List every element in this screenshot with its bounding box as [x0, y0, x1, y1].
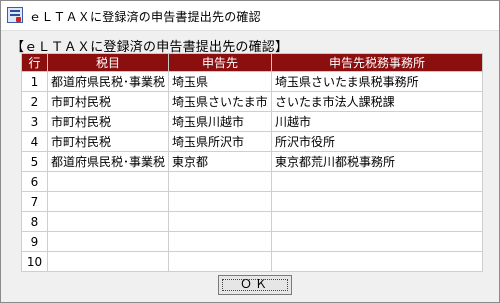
- destination-cell[interactable]: 東京都: [168, 151, 272, 172]
- column-header-destination: 申告先: [168, 53, 272, 72]
- row-number-cell: 2: [21, 91, 48, 112]
- table-row[interactable]: 6: [21, 171, 483, 192]
- column-header-tax-type: 税目: [47, 53, 169, 72]
- tax-office-cell[interactable]: 所沢市役所: [271, 131, 483, 152]
- ok-button[interactable]: ＯＫ: [218, 275, 292, 295]
- destination-cell[interactable]: [168, 191, 272, 212]
- destination-cell[interactable]: [168, 251, 272, 272]
- destination-cell[interactable]: 埼玉県所沢市: [168, 131, 272, 152]
- destination-cell[interactable]: 埼玉県さいたま市: [168, 91, 272, 112]
- tax-type-cell[interactable]: [47, 191, 169, 212]
- row-number-cell: 6: [21, 171, 48, 192]
- destination-cell[interactable]: [168, 171, 272, 192]
- row-number-cell: 4: [21, 131, 48, 152]
- column-header-tax-office: 申告先税務事務所: [271, 53, 483, 72]
- table-header-row: 行 税目 申告先 申告先税務事務所: [21, 53, 483, 72]
- eltax-app-icon: [7, 7, 23, 23]
- tax-type-cell[interactable]: [47, 211, 169, 232]
- row-number-cell: 10: [21, 251, 48, 272]
- row-number-cell: 5: [21, 151, 48, 172]
- tax-office-cell[interactable]: [271, 171, 483, 192]
- tax-office-cell[interactable]: [271, 231, 483, 252]
- table-row[interactable]: 8: [21, 211, 483, 232]
- table-row[interactable]: 2 市町村民税 埼玉県さいたま市 さいたま市法人課税課: [21, 91, 483, 112]
- table-row[interactable]: 5 都道府県民税･事業税 東京都 東京都荒川都税事務所: [21, 151, 483, 172]
- tax-type-cell[interactable]: [47, 251, 169, 272]
- row-number-cell: 1: [21, 71, 48, 92]
- submission-destination-table: 行 税目 申告先 申告先税務事務所 1 都道府県民税･事業税 埼玉県 埼玉県さい…: [21, 53, 483, 272]
- table-row[interactable]: 9: [21, 231, 483, 252]
- destination-cell[interactable]: 埼玉県川越市: [168, 111, 272, 132]
- tax-type-cell[interactable]: 市町村民税: [47, 131, 169, 152]
- destination-cell[interactable]: [168, 231, 272, 252]
- table-row[interactable]: 1 都道府県民税･事業税 埼玉県 埼玉県さいたま県税事務所: [21, 71, 483, 92]
- tax-type-cell[interactable]: 市町村民税: [47, 111, 169, 132]
- title-bar[interactable]: ｅＬＴＡＸに登録済の申告書提出先の確認: [1, 1, 499, 31]
- row-number-cell: 3: [21, 111, 48, 132]
- tax-office-cell[interactable]: [271, 251, 483, 272]
- table-row[interactable]: 4 市町村民税 埼玉県所沢市 所沢市役所: [21, 131, 483, 152]
- focus-rectangle: [222, 279, 288, 291]
- tax-type-cell[interactable]: [47, 231, 169, 252]
- tax-type-cell[interactable]: 市町村民税: [47, 91, 169, 112]
- tax-office-cell[interactable]: さいたま市法人課税課: [271, 91, 483, 112]
- tax-type-cell[interactable]: 都道府県民税･事業税: [47, 151, 169, 172]
- table-row[interactable]: 7: [21, 191, 483, 212]
- column-header-row-number: 行: [21, 53, 48, 72]
- table-row[interactable]: 10: [21, 251, 483, 272]
- dialog-window: ｅＬＴＡＸに登録済の申告書提出先の確認 【ｅＬＴＡＸに登録済の申告書提出先の確認…: [0, 0, 500, 303]
- row-number-cell: 7: [21, 191, 48, 212]
- tax-office-cell[interactable]: 川越市: [271, 111, 483, 132]
- tax-type-cell[interactable]: [47, 171, 169, 192]
- destination-cell[interactable]: [168, 211, 272, 232]
- tax-type-cell[interactable]: 都道府県民税･事業税: [47, 71, 169, 92]
- tax-office-cell[interactable]: 東京都荒川都税事務所: [271, 151, 483, 172]
- window-title: ｅＬＴＡＸに登録済の申告書提出先の確認: [29, 10, 261, 24]
- tax-office-cell[interactable]: 埼玉県さいたま県税事務所: [271, 71, 483, 92]
- tax-office-cell[interactable]: [271, 191, 483, 212]
- row-number-cell: 9: [21, 231, 48, 252]
- row-number-cell: 8: [21, 211, 48, 232]
- table-row[interactable]: 3 市町村民税 埼玉県川越市 川越市: [21, 111, 483, 132]
- destination-cell[interactable]: 埼玉県: [168, 71, 272, 92]
- tax-office-cell[interactable]: [271, 211, 483, 232]
